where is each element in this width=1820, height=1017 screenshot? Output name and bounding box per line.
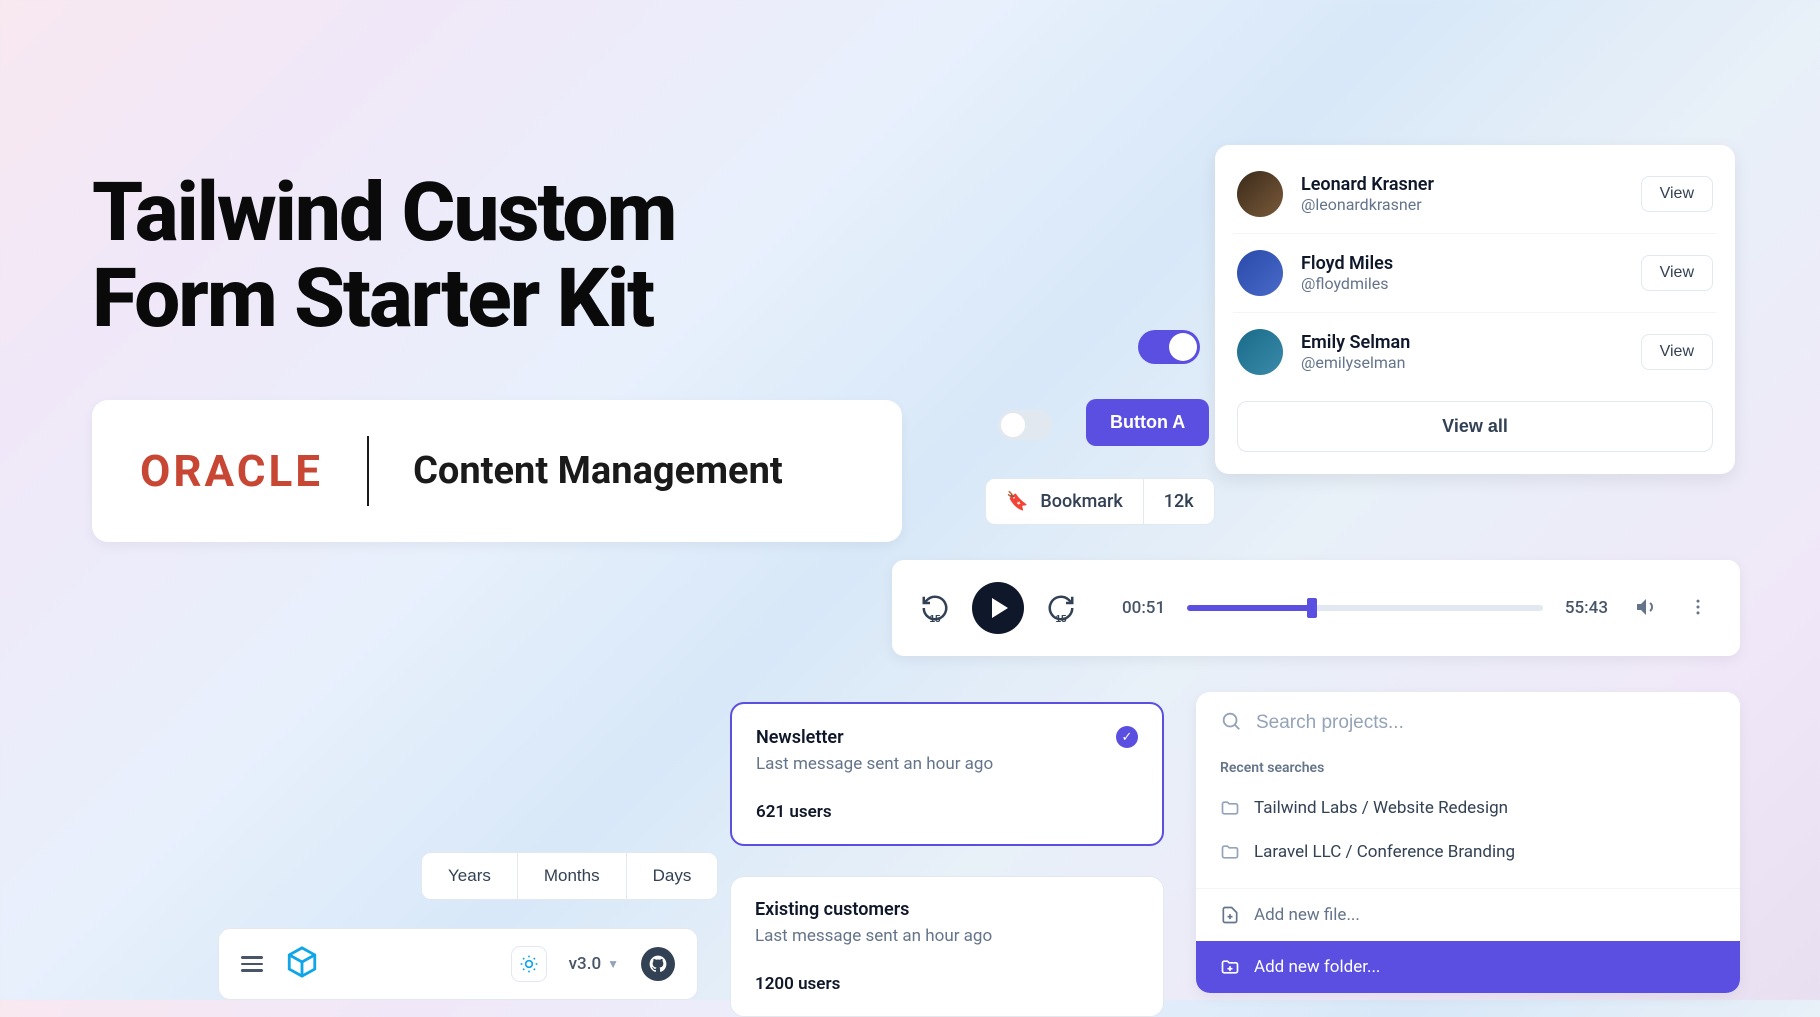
- existing-title: Existing customers: [755, 899, 1139, 920]
- github-button[interactable]: [641, 947, 675, 981]
- person-handle: @emilyselman: [1301, 353, 1410, 372]
- bookmark-button[interactable]: 🔖 Bookmark 12k: [985, 478, 1215, 525]
- person-handle: @floydmiles: [1301, 274, 1393, 293]
- people-card: Leonard Krasner @leonardkrasner View Flo…: [1215, 145, 1735, 474]
- newsletter-title: Newsletter: [756, 727, 844, 748]
- segment-years[interactable]: Years: [422, 853, 517, 899]
- person-row: Emily Selman @emilyselman View: [1233, 313, 1717, 391]
- existing-subtitle: Last message sent an hour ago: [755, 926, 1139, 946]
- oracle-card: ORACLE Content Management: [92, 400, 902, 542]
- button-a[interactable]: Button A: [1086, 399, 1209, 446]
- progress-slider[interactable]: [1187, 605, 1543, 611]
- segment-days[interactable]: Days: [626, 853, 718, 899]
- folder-plus-icon: [1220, 957, 1240, 977]
- github-icon: [648, 954, 668, 974]
- recent-searches-heading: Recent searches: [1196, 752, 1740, 786]
- recent-search-item[interactable]: Laravel LLC / Conference Branding: [1196, 830, 1740, 874]
- bottom-toolbar: v3.0 ▼: [218, 928, 698, 1000]
- theme-toggle-button[interactable]: [511, 946, 547, 982]
- play-button[interactable]: [972, 582, 1024, 634]
- segmented-control: Years Months Days: [421, 852, 718, 900]
- search-panel: Recent searches Tailwind Labs / Website …: [1196, 692, 1740, 993]
- newsletter-card[interactable]: Newsletter ✓ Last message sent an hour a…: [730, 702, 1164, 846]
- search-input[interactable]: [1256, 712, 1716, 734]
- avatar: [1237, 250, 1283, 296]
- cube-logo-icon: [285, 945, 319, 983]
- person-name: Leonard Krasner: [1301, 174, 1434, 195]
- segment-months[interactable]: Months: [517, 853, 626, 899]
- avatar: [1237, 171, 1283, 217]
- person-name: Floyd Miles: [1301, 253, 1393, 274]
- newsletter-users: 621 users: [756, 802, 1138, 822]
- bookmark-count: 12k: [1143, 479, 1214, 524]
- hero-title: Tailwind Custom Form Starter Kit: [92, 170, 675, 342]
- view-all-button[interactable]: View all: [1237, 401, 1713, 452]
- view-button[interactable]: View: [1641, 255, 1713, 291]
- view-button[interactable]: View: [1641, 176, 1713, 212]
- existing-customers-card[interactable]: Existing customers Last message sent an …: [730, 876, 1164, 1017]
- newsletter-subtitle: Last message sent an hour ago: [756, 754, 1138, 774]
- total-time: 55:43: [1565, 598, 1608, 618]
- person-row: Floyd Miles @floydmiles View: [1233, 234, 1717, 313]
- rewind-15-button[interactable]: 15: [920, 593, 950, 623]
- current-time: 00:51: [1122, 598, 1165, 618]
- oracle-logo: ORACLE: [140, 445, 323, 497]
- check-circle-icon: ✓: [1116, 726, 1138, 748]
- add-new-file-button[interactable]: Add new file...: [1196, 889, 1740, 941]
- sun-icon: [519, 954, 539, 974]
- oracle-subtitle: Content Management: [413, 449, 783, 493]
- more-options-button[interactable]: [1684, 593, 1712, 624]
- bookmark-label: Bookmark: [1040, 491, 1122, 512]
- folder-icon: [1220, 798, 1240, 818]
- hero-title-line2: Form Starter Kit: [92, 256, 675, 342]
- add-new-folder-button[interactable]: Add new folder...: [1196, 941, 1740, 993]
- hamburger-menu-button[interactable]: [241, 956, 263, 972]
- version-selector[interactable]: v3.0 ▼: [569, 954, 619, 974]
- folder-icon: [1220, 842, 1240, 862]
- view-button[interactable]: View: [1641, 334, 1713, 370]
- file-plus-icon: [1220, 905, 1240, 925]
- forward-15-button[interactable]: 15: [1046, 593, 1076, 623]
- bookmark-icon: 🔖: [1006, 491, 1028, 512]
- person-handle: @leonardkrasner: [1301, 195, 1434, 214]
- volume-button[interactable]: [1630, 591, 1662, 626]
- chevron-down-icon: ▼: [607, 957, 619, 971]
- search-icon: [1220, 710, 1242, 736]
- person-row: Leonard Krasner @leonardkrasner View: [1233, 155, 1717, 234]
- person-name: Emily Selman: [1301, 332, 1410, 353]
- existing-users: 1200 users: [755, 974, 1139, 994]
- toggle-switch-on[interactable]: [1138, 330, 1200, 364]
- play-icon: [992, 598, 1008, 618]
- hero-title-line1: Tailwind Custom: [92, 170, 675, 256]
- oracle-divider: [367, 436, 369, 506]
- toggle-switch-off[interactable]: [998, 410, 1052, 440]
- audio-player: 15 15 00:51 55:43: [892, 560, 1740, 656]
- recent-search-item[interactable]: Tailwind Labs / Website Redesign: [1196, 786, 1740, 830]
- avatar: [1237, 329, 1283, 375]
